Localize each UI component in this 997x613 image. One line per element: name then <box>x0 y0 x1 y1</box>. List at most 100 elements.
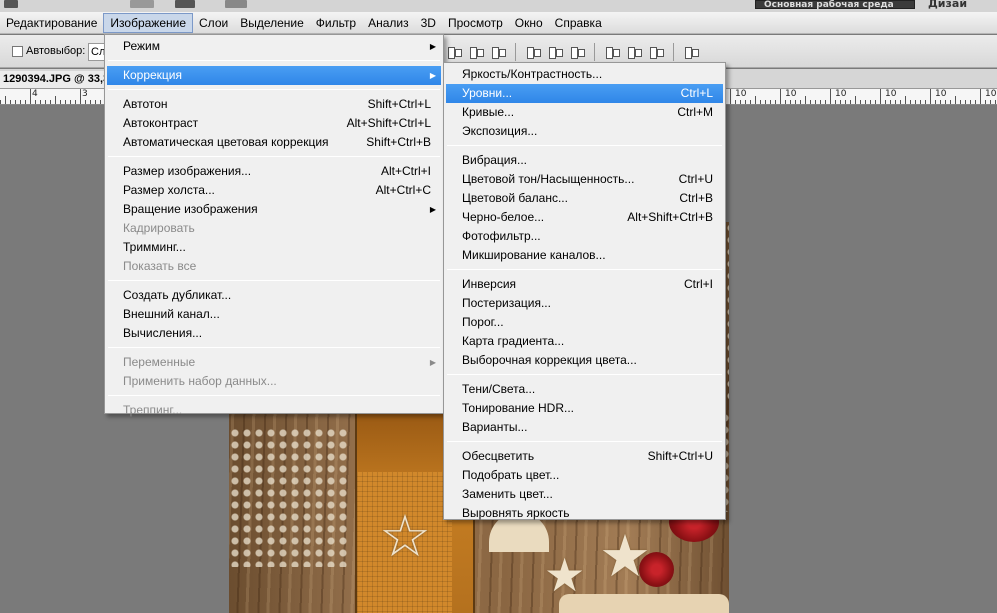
correction-menu-item-7[interactable]: Цветовой баланс... Ctrl+B <box>446 189 723 208</box>
ruler-tick <box>100 100 101 104</box>
ruler-tick <box>925 100 926 104</box>
correction-menu-item-16[interactable]: Выборочная коррекция цвета... <box>446 351 723 370</box>
image-menu-item-16[interactable]: Внешний канал... <box>107 305 441 324</box>
correction-menu-item-24[interactable]: Заменить цвет... <box>446 485 723 504</box>
correction-menu-item-3[interactable]: Экспозиция... <box>446 122 723 141</box>
image-menu-item-label: Показать все <box>123 259 197 273</box>
ruler-tick <box>755 96 756 104</box>
correction-menu-item-8[interactable]: Черно-белое... Alt+Shift+Ctrl+B <box>446 208 723 227</box>
correction-menu-item-15[interactable]: Карта градиента... <box>446 332 723 351</box>
menu-0[interactable]: Редактирование <box>0 13 103 33</box>
ruler-tick <box>960 100 961 104</box>
distribute-bottom-icon[interactable] <box>569 45 585 59</box>
correction-menu-item-2[interactable]: Кривые... Ctrl+M <box>446 103 723 122</box>
image-menu-item-0[interactable]: Режим ▶ <box>107 37 441 56</box>
correction-menu-item-label: Тонирование HDR... <box>462 401 574 415</box>
image-menu-item-4[interactable]: Автотон Shift+Ctrl+L <box>107 95 441 114</box>
menu-1[interactable]: Изображение <box>103 12 194 33</box>
divider <box>594 43 595 61</box>
image-menu-item-15[interactable]: Создать дубликат... <box>107 286 441 305</box>
image-menu-item-12[interactable]: Тримминг... <box>107 238 441 257</box>
correction-menu-item-14[interactable]: Порог... <box>446 313 723 332</box>
ruler-label: 10 <box>985 89 997 99</box>
image-menu-item-6[interactable]: Автоматическая цветовая коррекция Shift+C… <box>107 133 441 152</box>
correction-menu-item-18[interactable]: Тени/Света... <box>446 380 723 399</box>
ruler-tick <box>50 100 51 104</box>
app-top-strip: Основная рабочая среда Дизай <box>0 0 997 12</box>
image-menu-item-label: Кадрировать <box>123 221 195 235</box>
correction-menu-item-10[interactable]: Микширование каналов... <box>446 246 723 265</box>
ruler-tick <box>845 100 846 104</box>
image-menu-item-label: Тримминг... <box>123 240 186 254</box>
correction-menu-item-label: Инверсия <box>462 277 517 291</box>
align-right-icon[interactable] <box>490 45 506 59</box>
document-tab[interactable]: 1290394.JPG @ 33,3 <box>0 71 117 88</box>
menu-7[interactable]: Просмотр <box>442 13 509 33</box>
correction-menu-item-5[interactable]: Вибрация... <box>446 151 723 170</box>
distribute-middle-icon[interactable] <box>547 45 563 59</box>
divider <box>673 43 674 61</box>
correction-menu-item-20[interactable]: Варианты... <box>446 418 723 437</box>
menu-5[interactable]: Анализ <box>362 13 415 33</box>
menu-separator <box>447 145 722 146</box>
ruler-tick <box>70 100 71 104</box>
image-menu-item-10[interactable]: Вращение изображения ▶ <box>107 200 441 219</box>
correction-menu-item-25[interactable]: Выровнять яркость <box>446 504 723 523</box>
correction-menu-item-6[interactable]: Цветовой тон/Насыщенность... Ctrl+U <box>446 170 723 189</box>
align-icons <box>446 43 699 61</box>
ruler-tick <box>810 100 811 104</box>
correction-menu-item-label: Порог... <box>462 315 504 329</box>
correction-menu-item-22[interactable]: Обесцветить Shift+Ctrl+U <box>446 447 723 466</box>
workspace-extra[interactable]: Дизай <box>928 0 967 10</box>
menu-separator <box>108 89 440 90</box>
ruler-tick <box>830 89 831 104</box>
ruler-tick <box>940 100 941 104</box>
correction-menu-item-1[interactable]: Уровни... Ctrl+L <box>446 84 723 103</box>
align-center-icon[interactable] <box>468 45 484 59</box>
image-menu-item-label: Создать дубликат... <box>123 288 232 302</box>
image-menu-item-17[interactable]: Вычисления... <box>107 324 441 343</box>
ruler-tick <box>910 100 911 104</box>
correction-menu-item-label: Яркость/Контрастность... <box>462 67 603 81</box>
correction-menu-item-0[interactable]: Яркость/Контрастность... <box>446 65 723 84</box>
distribute-top-icon[interactable] <box>525 45 541 59</box>
menu-3[interactable]: Выделение <box>234 13 310 33</box>
ruler-label: 10 <box>735 89 747 99</box>
correction-menu-item-23[interactable]: Подобрать цвет... <box>446 466 723 485</box>
image-menu-item-label: Внешний канал... <box>123 307 220 321</box>
autoselect-checkbox[interactable] <box>12 46 23 57</box>
menu-2[interactable]: Слои <box>193 13 234 33</box>
ruler-tick <box>870 100 871 104</box>
submenu-arrow-icon: ▶ <box>429 205 436 214</box>
image-menu-item-shortcut: Shift+Ctrl+B <box>366 135 431 149</box>
correction-menu-item-19[interactable]: Тонирование HDR... <box>446 399 723 418</box>
ruler-tick <box>850 100 851 104</box>
star-decoration: ☆ <box>379 502 431 570</box>
align-left-icon[interactable] <box>446 45 462 59</box>
ruler-tick <box>965 100 966 104</box>
image-menu-item-2[interactable]: Коррекция ▶ <box>107 66 441 85</box>
menu-6[interactable]: 3D <box>415 13 442 33</box>
rose-decoration <box>639 552 674 587</box>
image-menu-item-8[interactable]: Размер изображения... Alt+Ctrl+I <box>107 162 441 181</box>
ruler-tick <box>75 100 76 104</box>
image-menu-item-shortcut: Alt+Ctrl+C <box>375 183 431 197</box>
correction-menu-item-label: Выровнять яркость <box>462 506 570 520</box>
menu-9[interactable]: Справка <box>549 13 608 33</box>
wooden-letters <box>559 594 729 613</box>
correction-menu-item-12[interactable]: Инверсия Ctrl+I <box>446 275 723 294</box>
image-menu-item-label: Размер холста... <box>123 183 215 197</box>
workspace-switcher[interactable]: Основная рабочая среда <box>755 0 915 10</box>
menu-4[interactable]: Фильтр <box>310 13 362 33</box>
distribute-right-icon[interactable] <box>648 45 664 59</box>
correction-menu-item-13[interactable]: Постеризация... <box>446 294 723 313</box>
auto-align-icon[interactable] <box>683 45 699 59</box>
menu-8[interactable]: Окно <box>509 13 549 33</box>
distribute-center-icon[interactable] <box>626 45 642 59</box>
image-menu-item-9[interactable]: Размер холста... Alt+Ctrl+C <box>107 181 441 200</box>
submenu-arrow-icon: ▶ <box>429 71 436 80</box>
correction-menu-item-9[interactable]: Фотофильтр... <box>446 227 723 246</box>
distribute-left-icon[interactable] <box>604 45 620 59</box>
image-menu-item-5[interactable]: Автоконтраст Alt+Shift+Ctrl+L <box>107 114 441 133</box>
submenu-arrow-icon: ▶ <box>429 358 436 367</box>
